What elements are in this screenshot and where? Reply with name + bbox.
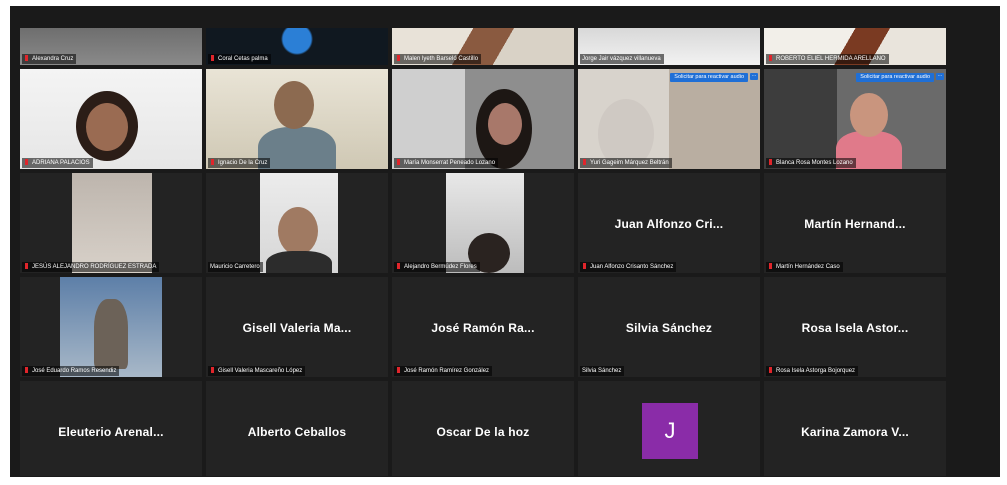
- participant-tile[interactable]: Alberto Ceballos: [206, 381, 388, 476]
- participant-name: ADRIANA PALACIOS: [22, 158, 93, 168]
- participant-tile[interactable]: Alejandro Bermúdez Flores: [392, 173, 574, 273]
- participant-name: JESÚS ALEJANDRO RODRÍGUEZ ESTRADA: [22, 262, 160, 272]
- participant-face: [850, 93, 888, 137]
- participant-tile[interactable]: Eleuterio Arenal...: [20, 381, 202, 476]
- participant-tile[interactable]: Solicitar para reactivar audio ··· Blanc…: [764, 69, 946, 169]
- muted-mic-icon: [582, 159, 587, 165]
- request-unmute-badge[interactable]: Solicitar para reactivar audio: [856, 73, 934, 82]
- participant-display-name: Silvia Sánchez: [625, 321, 713, 335]
- participant-name: Juan Alfonzo Crisanto Sánchez: [580, 262, 677, 272]
- muted-mic-icon: [24, 263, 29, 269]
- muted-mic-icon: [582, 263, 587, 269]
- video-feed: [72, 173, 152, 273]
- participant-name: Gisell Valeria Mascareño López: [208, 366, 306, 376]
- participant-face: [274, 81, 314, 129]
- participant-display-name: José Ramón Ra...: [431, 321, 535, 335]
- more-options-button[interactable]: ···: [936, 73, 944, 80]
- avatar: J: [642, 403, 698, 459]
- participant-name: Coral Cetas palma: [208, 54, 271, 64]
- participant-tile[interactable]: Rosa Isela Astor... Rosa Isela Astorga B…: [764, 277, 946, 377]
- muted-mic-icon: [24, 159, 29, 165]
- muted-mic-icon: [396, 263, 401, 269]
- participant-name: José Eduardo Ramos Resendiz: [22, 366, 120, 376]
- participant-face: [488, 103, 522, 145]
- participant-face: [86, 103, 128, 151]
- participant-name: Martín Hernández Caso: [766, 262, 843, 272]
- participant-tile[interactable]: María Monserrat Peneado Lozano: [392, 69, 574, 169]
- participant-name: Yuri Gageim Márquez Beltrán: [580, 158, 672, 168]
- muted-mic-icon: [396, 55, 401, 61]
- muted-mic-icon: [24, 367, 29, 373]
- participant-display-name: Eleuterio Arenal...: [58, 425, 164, 439]
- participant-tile[interactable]: Oscar De la hoz: [392, 381, 574, 476]
- muted-mic-icon: [768, 55, 773, 61]
- participant-name: Alejandro Bermúdez Flores: [394, 262, 480, 272]
- participant-name: Jorge Jair vázquez villanueva: [580, 54, 664, 64]
- muted-mic-icon: [768, 263, 773, 269]
- participant-display-name: Juan Alfonzo Cri...: [614, 217, 724, 231]
- participant-name: María Monserrat Peneado Lozano: [394, 158, 499, 168]
- participant-display-name: Martín Hernand...: [804, 217, 906, 231]
- participant-display-name: Rosa Isela Astor...: [801, 321, 909, 335]
- participant-tile[interactable]: J: [578, 381, 760, 476]
- participant-tile[interactable]: JESÚS ALEJANDRO RODRÍGUEZ ESTRADA: [20, 173, 202, 273]
- muted-mic-icon: [768, 159, 773, 165]
- participant-name: Blanca Rosa Montes Lozano: [766, 158, 856, 168]
- participant-name: Ignacio De la Cruz: [208, 158, 271, 168]
- participant-tile[interactable]: Ignacio De la Cruz: [206, 69, 388, 169]
- statue-figure: [94, 299, 128, 369]
- muted-mic-icon: [210, 367, 215, 373]
- participant-name: Mauricio Carretero: [208, 262, 263, 272]
- participant-tile[interactable]: Malen lyeth Barseló Castillo: [392, 28, 574, 65]
- participant-display-name: Oscar De la hoz: [436, 425, 530, 439]
- muted-mic-icon: [210, 159, 215, 165]
- muted-mic-icon: [396, 367, 401, 373]
- participant-tile[interactable]: José Ramón Ra... José Ramón Ramírez Gonz…: [392, 277, 574, 377]
- participant-name: Rosa Isela Astorga Bojorquez: [766, 366, 859, 376]
- more-options-button[interactable]: ···: [750, 73, 758, 80]
- participant-face: [278, 207, 318, 255]
- participant-tile[interactable]: Mauricio Carretero: [206, 173, 388, 273]
- participant-display-name: Alberto Ceballos: [247, 425, 347, 439]
- participant-name: José Ramón Ramírez González: [394, 366, 493, 376]
- participant-name: Malen lyeth Barseló Castillo: [394, 54, 482, 64]
- participant-tile[interactable]: ADRIANA PALACIOS: [20, 69, 202, 169]
- muted-mic-icon: [768, 367, 773, 373]
- participant-name: Silvia Sánchez: [580, 366, 625, 376]
- participant-name: ROBERTO ELIEL HERMIDA ARELLANO: [766, 54, 889, 64]
- participant-tile[interactable]: Juan Alfonzo Cri... Juan Alfonzo Crisant…: [578, 173, 760, 273]
- request-unmute-badge[interactable]: Solicitar para reactivar audio: [670, 73, 748, 82]
- muted-mic-icon: [396, 159, 401, 165]
- participant-display-name: Karina Zamora V...: [801, 425, 909, 439]
- participant-tile[interactable]: Martín Hernand... Martín Hernández Caso: [764, 173, 946, 273]
- participant-name: Alexandra Cruz: [22, 54, 77, 64]
- muted-mic-icon: [24, 55, 29, 61]
- participant-tile[interactable]: Karina Zamora V...: [764, 381, 946, 476]
- participant-tile[interactable]: Coral Cetas palma: [206, 28, 388, 65]
- participant-shirt: [266, 251, 332, 273]
- participant-tile[interactable]: Jorge Jair vázquez villanueva: [578, 28, 760, 65]
- participant-tile[interactable]: Solicitar para reactivar audio ··· Yuri …: [578, 69, 760, 169]
- muted-mic-icon: [210, 55, 215, 61]
- participant-tile[interactable]: ROBERTO ELIEL HERMIDA ARELLANO: [764, 28, 946, 65]
- participant-tile[interactable]: José Eduardo Ramos Resendiz: [20, 277, 202, 377]
- participant-display-name: Gisell Valeria Ma...: [242, 321, 352, 335]
- meeting-window: Alexandra Cruz Coral Cetas palma Malen l…: [10, 6, 1000, 477]
- participant-tile[interactable]: Alexandra Cruz: [20, 28, 202, 65]
- participant-tile[interactable]: Gisell Valeria Ma... Gisell Valeria Masc…: [206, 277, 388, 377]
- gallery-grid: Alexandra Cruz Coral Cetas palma Malen l…: [20, 28, 966, 476]
- participant-tile[interactable]: Silvia Sánchez Silvia Sánchez: [578, 277, 760, 377]
